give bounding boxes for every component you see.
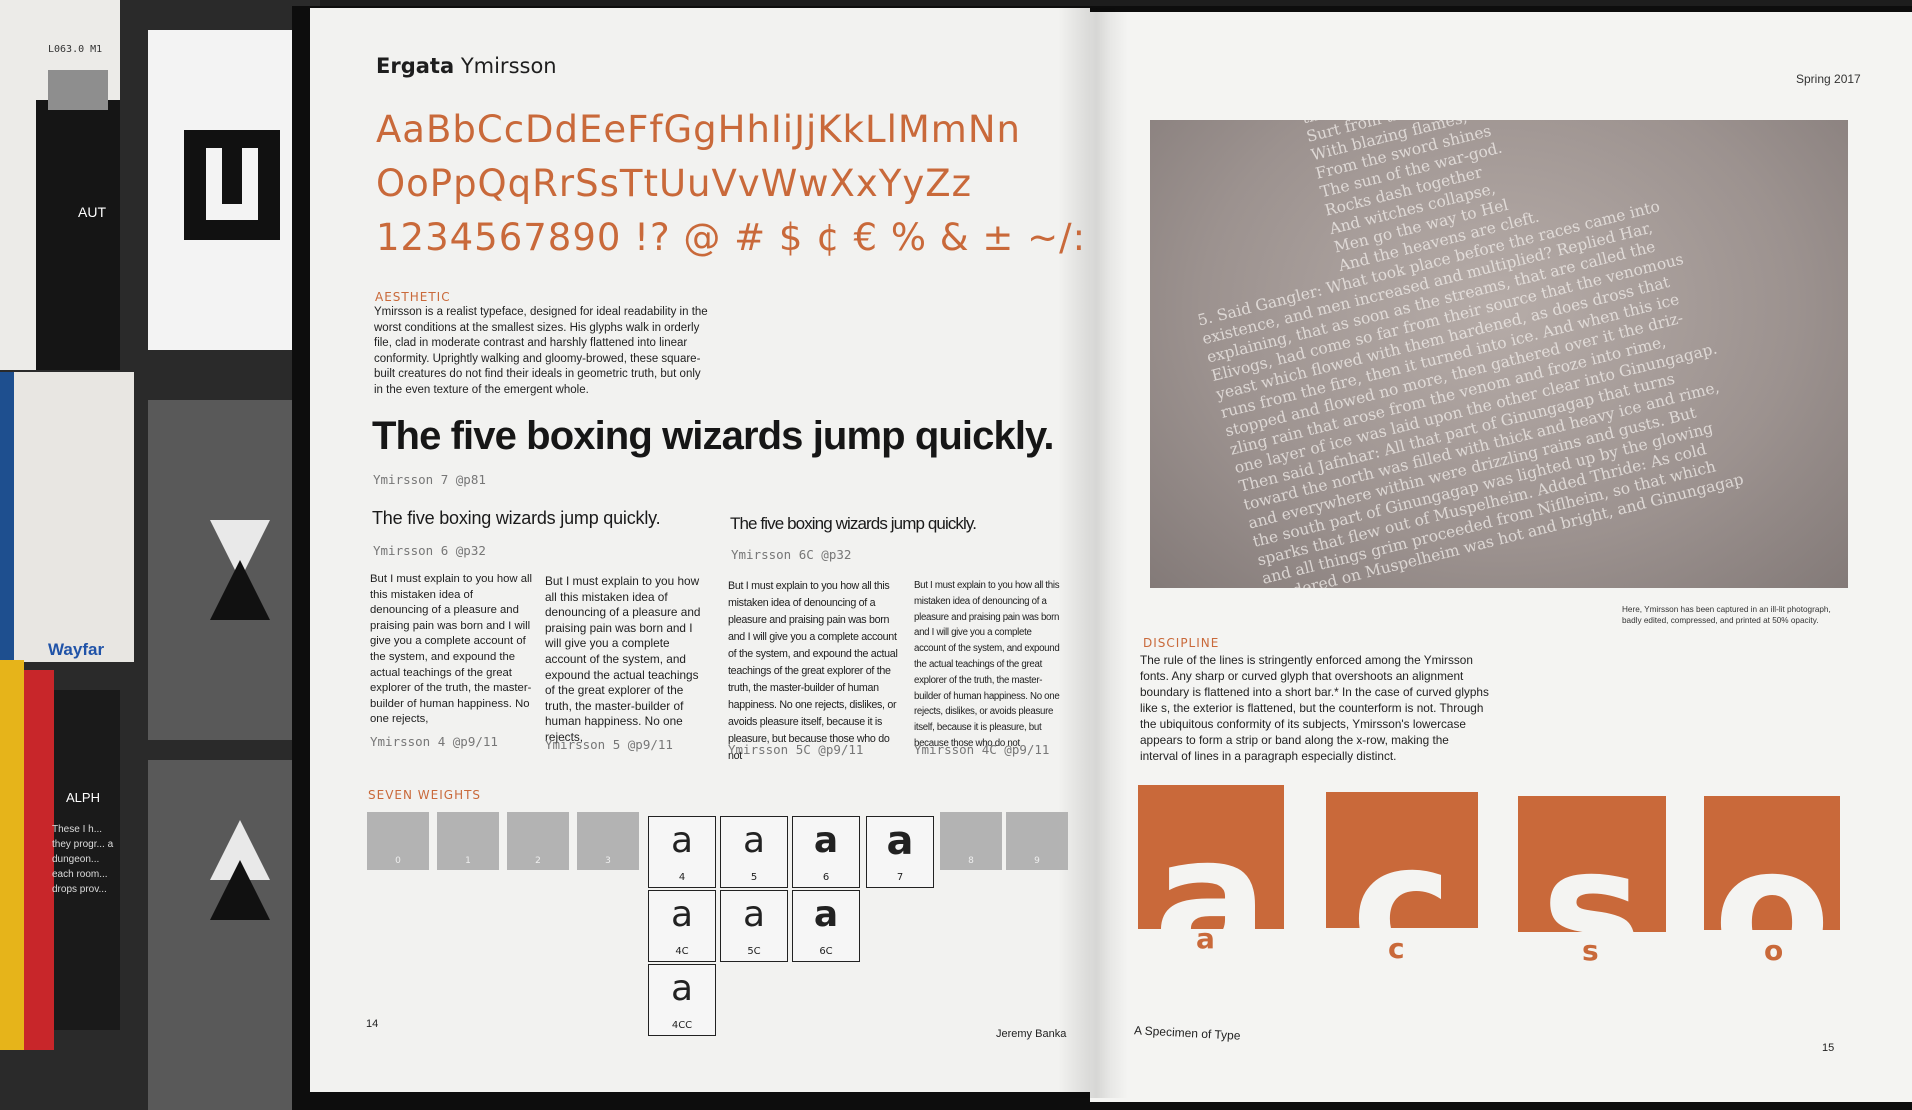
weight-label: 6C xyxy=(819,946,833,957)
blurred-photo: the Vala ... Surt from the south With bl… xyxy=(1150,120,1848,588)
text-column-3-caption: Ymirsson 5C @p9/11 xyxy=(728,742,864,757)
weight-label: 5 xyxy=(750,872,758,883)
weight-glyph: a xyxy=(813,820,839,861)
author-credit: Jeremy Banka xyxy=(996,1028,1067,1040)
tile-a: a xyxy=(1138,785,1284,929)
weights-label: SEVEN WEIGHTS xyxy=(368,788,482,802)
weight-label: 5C xyxy=(747,946,761,957)
heading-family-name: Ergata xyxy=(376,54,455,78)
weight-slot-label: 3 xyxy=(605,856,611,866)
weight-glyph: a xyxy=(742,894,766,935)
sub-sample-a-caption: Ymirsson 6 @p32 xyxy=(373,543,486,558)
weight-box-7: a7 xyxy=(866,816,934,888)
background-label-wayfar: Wayfar xyxy=(48,640,105,659)
weight-box-5c: a 5C xyxy=(720,890,788,962)
season-label: Spring 2017 xyxy=(1796,72,1861,86)
weight-slot-label: 0 xyxy=(395,856,401,866)
weight-slot-2: 2 xyxy=(507,812,569,870)
weight-label: 4 xyxy=(678,872,686,883)
sub-sample-b-caption: Ymirsson 6C @p32 xyxy=(731,547,852,562)
photo-caption: Here, Ymirsson has been captured in an i… xyxy=(1622,605,1831,625)
background-code-label: L063.0 M1 xyxy=(48,44,103,55)
background-grey-strip xyxy=(48,70,108,110)
specimen-heading: Ergata Ymirsson xyxy=(376,54,557,78)
tile-a-glyph: a xyxy=(1153,801,1269,929)
display-sample: The five boxing wizards jump quickly. xyxy=(372,414,1055,458)
background-alph-text: These I h... they progr... a dungeon... … xyxy=(52,824,114,895)
weight-slot-0: 0 xyxy=(367,812,429,870)
weight-slot-8: 8 xyxy=(940,812,1002,870)
background-dark-strip xyxy=(36,100,120,370)
weight-glyph: a xyxy=(670,968,694,1009)
left-page-number: 14 xyxy=(366,1018,379,1030)
weight-box-5: a5 xyxy=(720,816,788,888)
heading-font-name: Ymirsson xyxy=(460,54,557,78)
display-caption: Ymirsson 7 @p81 xyxy=(373,472,486,487)
weight-slot-label: 1 xyxy=(465,856,471,866)
glyph-line-2: OoPpQqRrSsTtUuVvWwXxYyZz xyxy=(376,162,973,205)
weight-glyph: a xyxy=(813,894,839,935)
weight-glyph: a xyxy=(670,894,694,935)
weight-slot-label: 8 xyxy=(968,856,974,866)
aesthetic-paragraph: Ymirsson is a realist typeface, designed… xyxy=(374,306,708,396)
tile-s-glyph: s xyxy=(1541,812,1643,932)
text-column-1: But I must explain to you how all this m… xyxy=(370,573,533,726)
discipline-label: DISCIPLINE xyxy=(1143,636,1220,650)
text-column-4: But I must explain to you how all this m… xyxy=(914,580,1060,749)
weight-slot-label: 2 xyxy=(535,856,541,866)
discipline-paragraph: The rule of the lines is stringently enf… xyxy=(1140,653,1489,763)
text-column-2: But I must explain to you how all this m… xyxy=(545,574,701,744)
weight-label: 4C xyxy=(675,946,689,957)
sub-sample-b: The five boxing wizards jump quickly. xyxy=(730,514,977,533)
tile-c-glyph: c xyxy=(1351,808,1453,928)
weight-glyph: a xyxy=(742,820,766,861)
tile-c-label: c xyxy=(1388,932,1405,965)
weight-label: 7 xyxy=(896,872,904,883)
tile-o-label: o xyxy=(1764,934,1784,967)
weight-box-6: a6 xyxy=(792,816,860,888)
text-column-2-caption: Ymirsson 5 @p9/11 xyxy=(545,737,673,752)
weight-glyph: a xyxy=(886,818,914,864)
tile-c: c xyxy=(1326,792,1478,928)
weight-box-4cc: a 4CC xyxy=(648,964,716,1036)
weight-slot-label: 9 xyxy=(1034,856,1040,866)
weight-label: 6 xyxy=(822,872,830,883)
sub-sample-a: The five boxing wizards jump quickly. xyxy=(372,508,661,528)
weight-glyph: a xyxy=(670,820,694,861)
background-blue-book xyxy=(0,372,134,662)
weight-box-4: a4 xyxy=(648,816,716,888)
weight-slot-3: 3 xyxy=(577,812,639,870)
glyph-line-1: AaBbCcDdEeFfGgHhIiJjKkLlMmNn xyxy=(376,108,1021,151)
text-column-4-caption: Ymirsson 4C @p9/11 xyxy=(914,742,1050,757)
tile-s-label: s xyxy=(1582,934,1599,967)
background-yellow-strip xyxy=(0,660,24,1050)
background-label-aut: AUT xyxy=(78,204,106,220)
weight-label: 4CC xyxy=(671,1020,693,1031)
weight-box-6c: a 6C xyxy=(792,890,860,962)
weight-box-4c: a 4C xyxy=(648,890,716,962)
text-column-3: But I must explain to you how all this m… xyxy=(728,580,898,762)
glyph-line-3: 1234567890 !? @ # $ ¢ € % & ± ~/: xyxy=(376,216,1087,259)
tile-s: s xyxy=(1518,796,1666,932)
background-logo-bar xyxy=(222,148,242,204)
tile-o: o xyxy=(1704,796,1840,930)
book-spine xyxy=(1058,8,1128,1098)
tile-a-label: a xyxy=(1196,922,1215,955)
weight-slot-9: 9 xyxy=(1006,812,1068,870)
right-page-number: 15 xyxy=(1822,1042,1835,1054)
background-label-alph: ALPH xyxy=(66,790,100,805)
weight-slot-1: 1 xyxy=(437,812,499,870)
text-column-1-caption: Ymirsson 4 @p9/11 xyxy=(370,734,498,749)
aesthetic-label: AESTHETIC xyxy=(375,290,451,304)
photo-text-block: the Vala ... Surt from the south With bl… xyxy=(1196,120,1848,588)
tile-o-glyph: o xyxy=(1713,812,1831,930)
background-red-strip xyxy=(20,670,54,1050)
